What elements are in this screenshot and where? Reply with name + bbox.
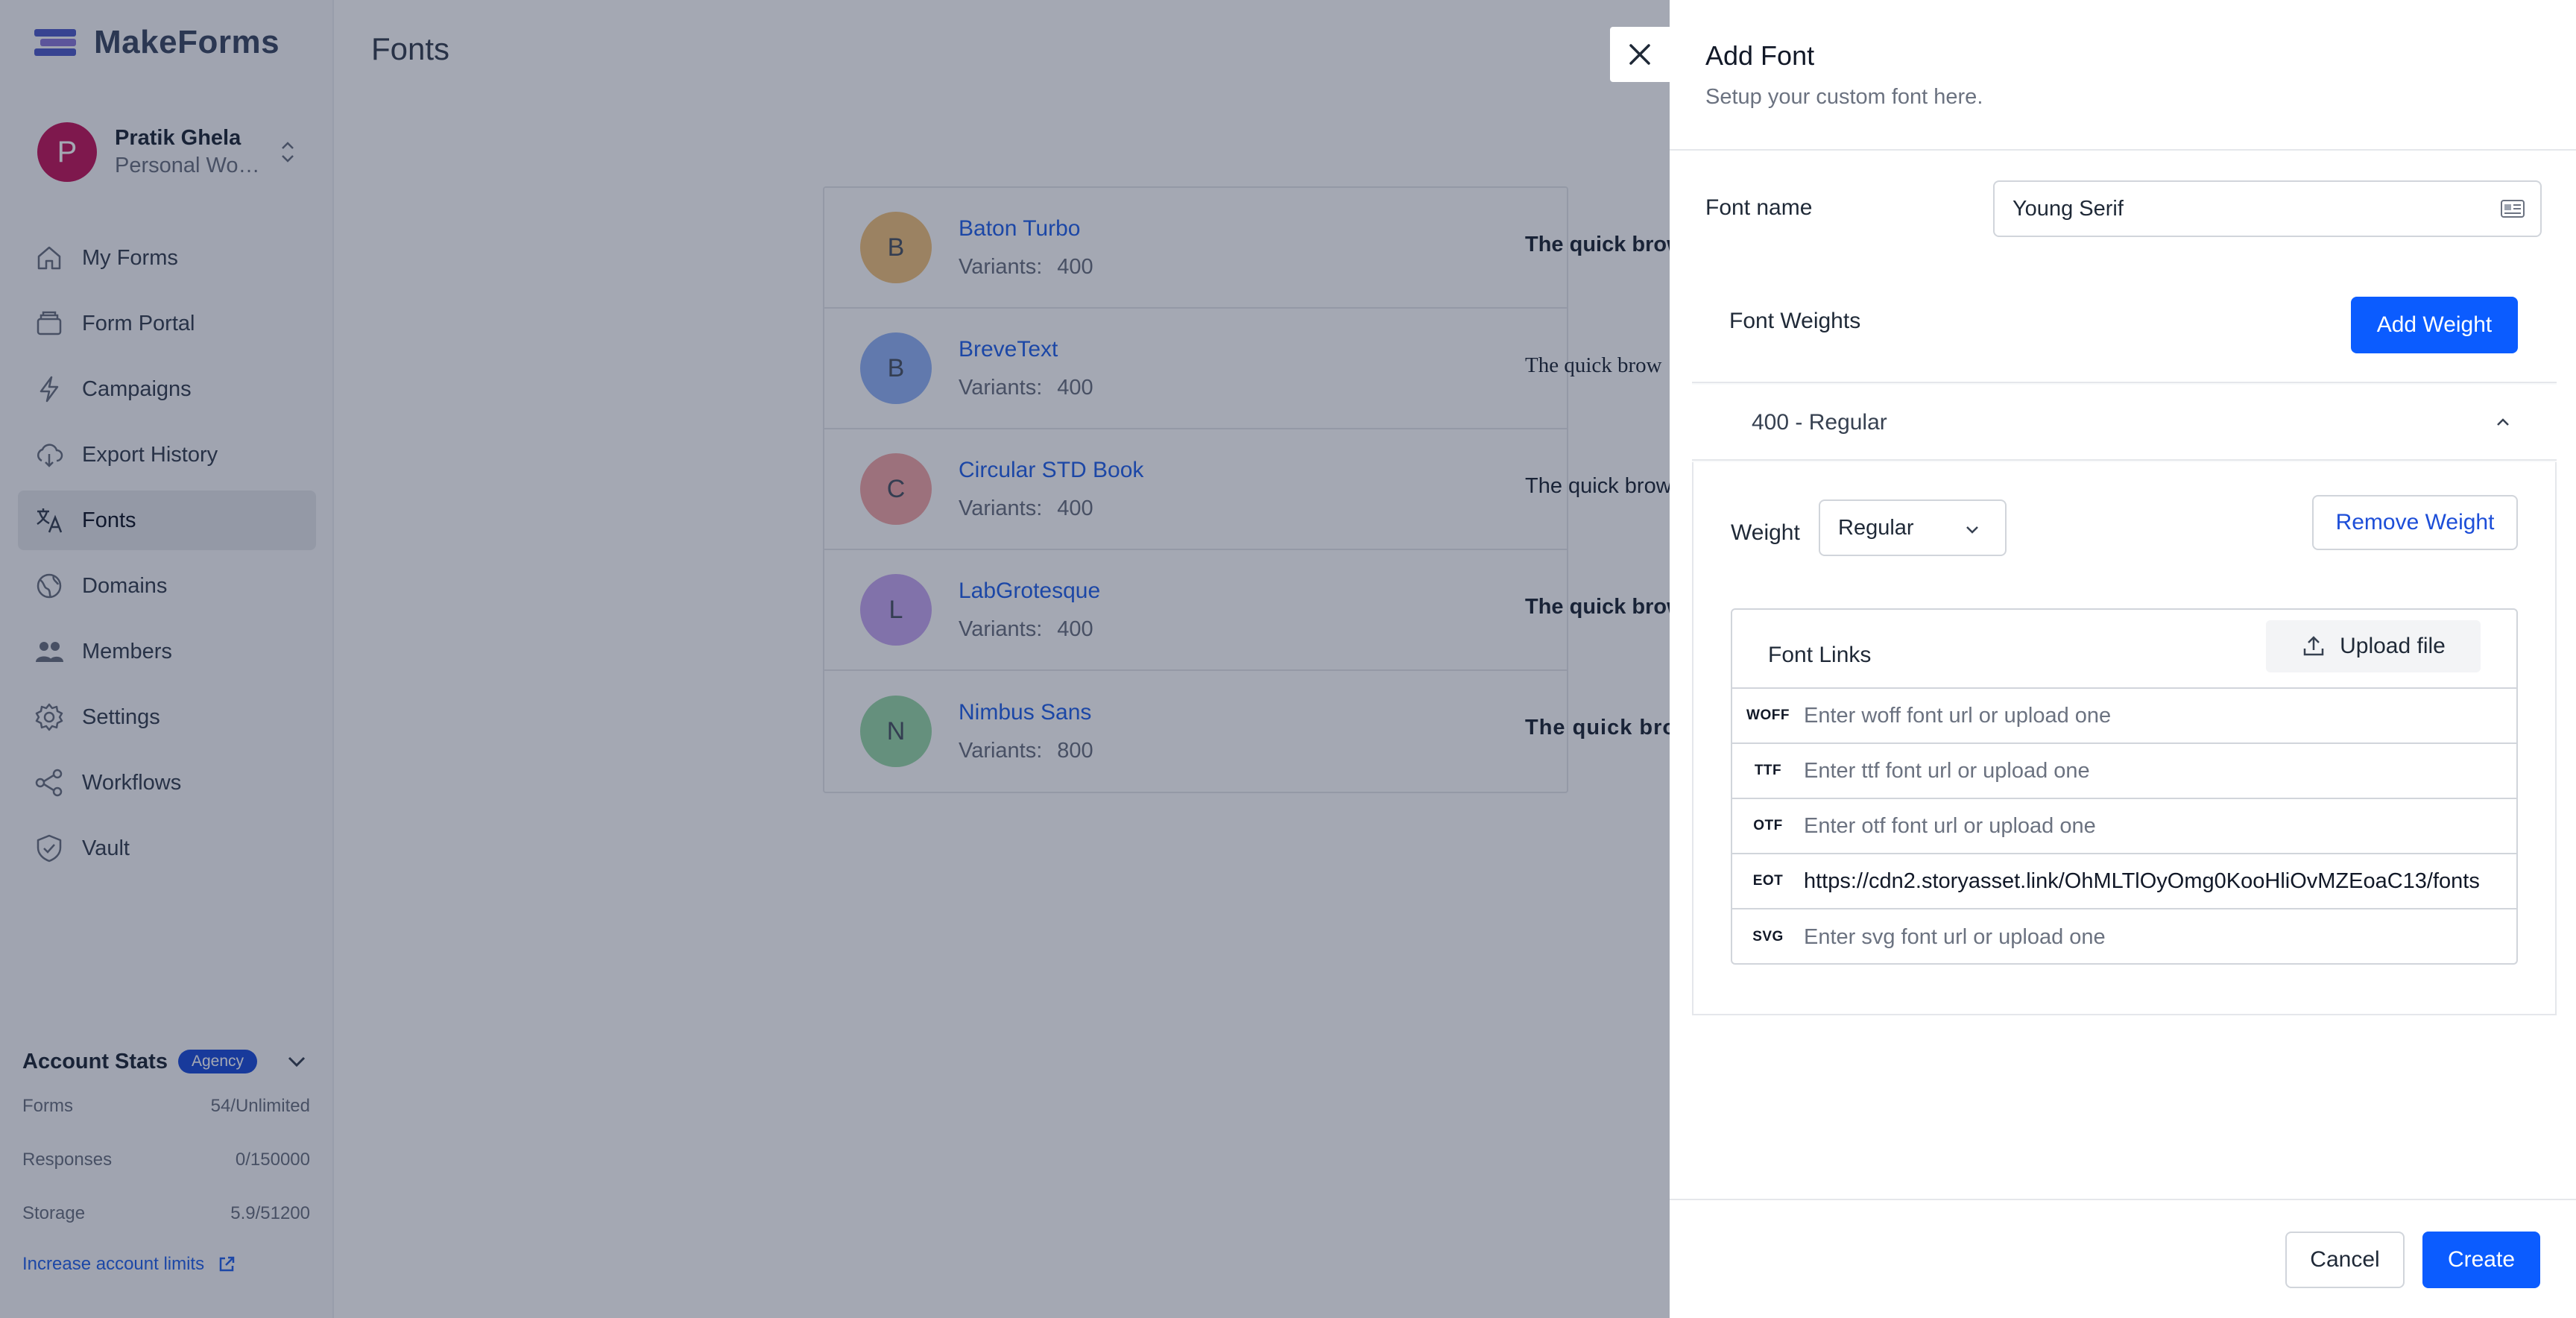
font-link-row-otf: OTF Enter otf font url or upload one [1732, 799, 2516, 854]
drawer-footer: Cancel Create [1670, 1199, 2576, 1318]
font-link-row-eot: EOT https://cdn2.storyasset.link/OhMLTlO… [1732, 854, 2516, 909]
remove-weight-button[interactable]: Remove Weight [2312, 495, 2518, 550]
font-name-label: Font name [1705, 195, 1813, 220]
weight-select-value: Regular [1838, 515, 1914, 540]
font-weights-title: Font Weights [1729, 309, 1861, 333]
font-weights-header: Font Weights Add Weight [1692, 265, 2557, 383]
drawer-title: Add Font [1705, 40, 1815, 71]
svg-url-input[interactable]: Enter svg font url or upload one [1804, 925, 2516, 950]
chevron-up-icon [2497, 418, 2509, 426]
font-name-value: Young Serif [2012, 196, 2124, 221]
close-icon [1629, 44, 1650, 65]
weight-accordion-header[interactable]: 400 - Regular [1692, 385, 2557, 461]
drawer-header: Add Font Setup your custom font here. [1670, 0, 2576, 151]
cancel-button[interactable]: Cancel [2285, 1232, 2405, 1288]
chevron-down-icon [1966, 526, 1978, 534]
contact-card-icon [2501, 200, 2525, 218]
eot-url-input[interactable]: https://cdn2.storyasset.link/OhMLTlOyOmg… [1804, 869, 2516, 894]
upload-file-label: Upload file [2340, 634, 2446, 658]
otf-url-input[interactable]: Enter otf font url or upload one [1804, 814, 2516, 839]
woff-url-input[interactable]: Enter woff font url or upload one [1804, 704, 2516, 728]
add-weight-button[interactable]: Add Weight [2351, 297, 2518, 353]
upload-icon [2303, 636, 2324, 656]
weight-select[interactable]: Regular [1819, 499, 2007, 556]
close-drawer-button[interactable] [1610, 27, 1670, 82]
font-links-title: Font Links [1768, 643, 1872, 667]
upload-file-button[interactable]: Upload file [2266, 620, 2481, 672]
font-link-row-ttf: TTF Enter ttf font url or upload one [1732, 744, 2516, 799]
font-link-row-svg: SVG Enter svg font url or upload one [1732, 909, 2516, 965]
add-font-drawer: Add Font Setup your custom font here. Fo… [1670, 0, 2576, 1318]
accordion-title: 400 - Regular [1752, 410, 1887, 435]
font-links-box: Font Links Upload file WOFF Enter woff f… [1731, 608, 2518, 965]
format-label: TTF [1754, 763, 1782, 778]
weight-label: Weight [1731, 520, 1800, 545]
create-button[interactable]: Create [2422, 1232, 2540, 1288]
font-link-row-woff: WOFF Enter woff font url or upload one [1732, 689, 2516, 744]
format-label: WOFF [1746, 707, 1790, 723]
modal-backdrop[interactable] [0, 0, 1670, 1318]
font-name-input[interactable]: Young Serif [1993, 180, 2542, 237]
weight-accordion-body: Weight Regular Remove Weight Font Links … [1692, 462, 2557, 1015]
format-label: OTF [1753, 818, 1783, 833]
format-label: SVG [1752, 929, 1784, 945]
ttf-url-input[interactable]: Enter ttf font url or upload one [1804, 759, 2516, 783]
font-weights-card: Font Weights Add Weight 400 - Regular We… [1692, 265, 2557, 1015]
format-label: EOT [1752, 873, 1784, 889]
drawer-subtitle: Setup your custom font here. [1705, 85, 1983, 109]
